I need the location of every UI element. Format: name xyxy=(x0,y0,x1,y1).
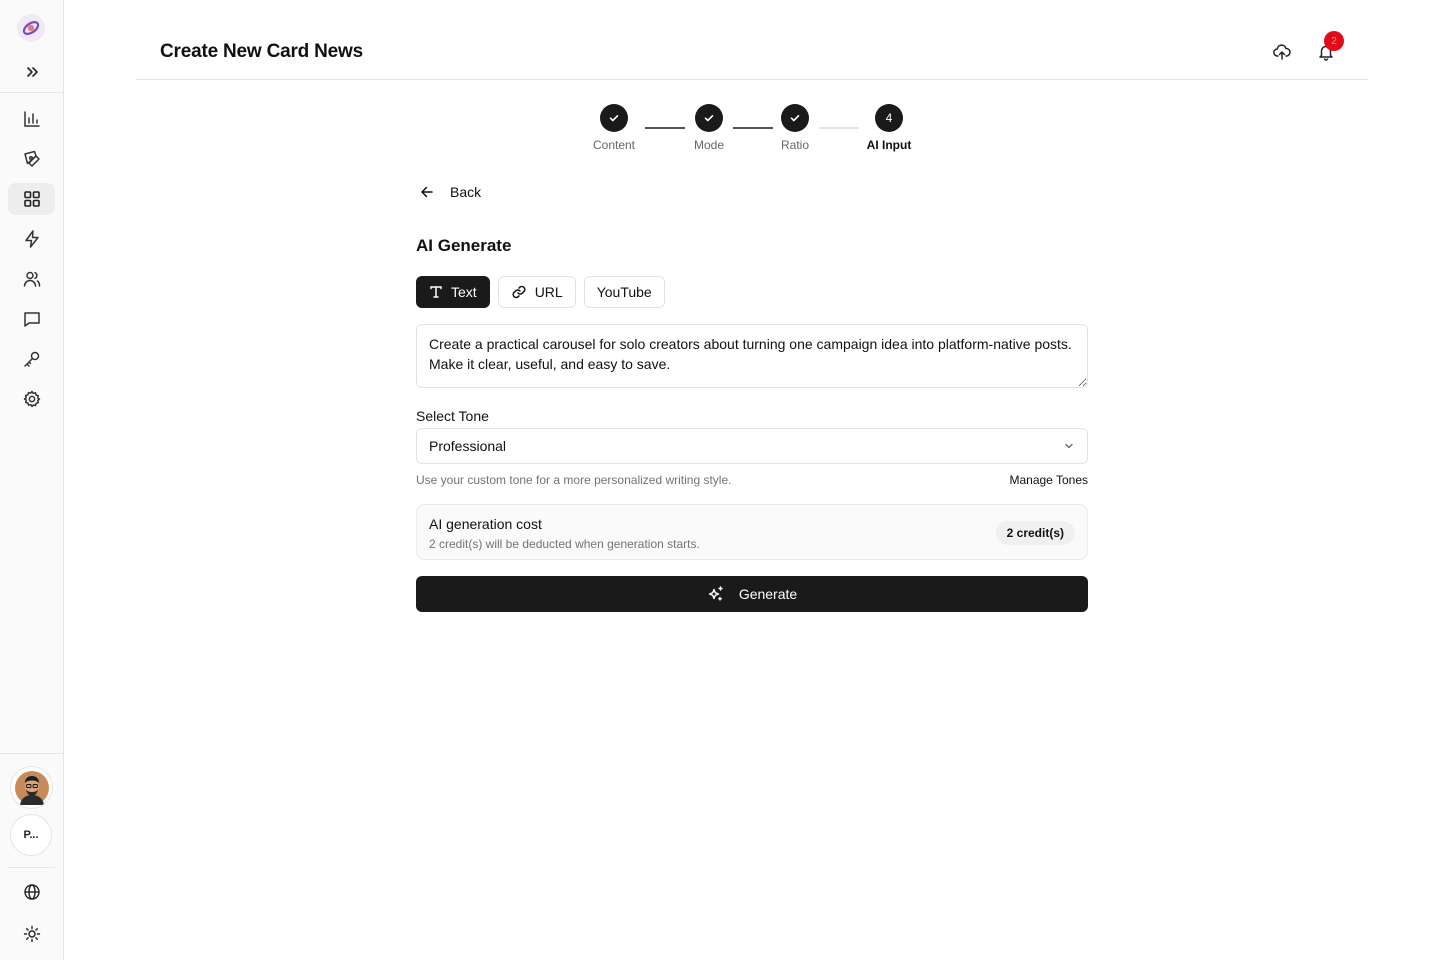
tone-value: Professional xyxy=(429,438,507,454)
step-circle xyxy=(695,104,723,132)
user-avatar-image xyxy=(14,770,49,805)
step-circle: 4 xyxy=(875,104,903,132)
page-header: Create New Card News 2 xyxy=(136,24,1368,80)
step-circle xyxy=(781,104,809,132)
arrow-left-icon xyxy=(421,186,433,198)
check-icon xyxy=(609,115,619,122)
step-label: Mode xyxy=(693,138,725,152)
cost-description: 2 credit(s) will be deducted when genera… xyxy=(429,537,700,551)
sun-icon xyxy=(23,925,41,943)
sidebar-item-team[interactable] xyxy=(8,263,55,295)
workspace-switcher[interactable]: P... xyxy=(10,814,52,856)
gear-icon xyxy=(23,390,40,408)
expand-sidebar-button[interactable] xyxy=(20,60,44,84)
section-title: AI Generate xyxy=(416,236,512,255)
sidebar-item-settings[interactable] xyxy=(8,383,55,415)
chevron-down-icon xyxy=(1065,443,1073,449)
text-icon xyxy=(430,286,442,298)
workspace-label: P... xyxy=(23,829,39,841)
tab-youtube[interactable]: YouTube xyxy=(583,276,665,308)
tab-text[interactable]: Text xyxy=(416,276,490,308)
sidebar-item-card-news[interactable] xyxy=(8,183,55,215)
key-icon xyxy=(23,351,39,367)
upload-button[interactable] xyxy=(1270,40,1294,64)
link-icon xyxy=(512,285,526,299)
step-label: Content xyxy=(592,138,636,152)
theme-toggle-button[interactable] xyxy=(20,922,44,946)
tab-label: URL xyxy=(534,284,563,300)
users-icon xyxy=(23,271,40,287)
generate-button[interactable]: Generate xyxy=(416,576,1088,612)
sidebar-divider xyxy=(8,867,55,868)
back-button[interactable]: Back xyxy=(420,178,481,206)
chevrons-right-icon xyxy=(27,67,38,77)
check-icon xyxy=(790,115,800,122)
page-title: Create New Card News xyxy=(160,41,363,62)
sparkles-icon xyxy=(708,586,723,601)
tone-hint: Use your custom tone for a more personal… xyxy=(416,473,732,487)
lightning-icon xyxy=(24,230,39,248)
prompt-input[interactable]: Create a practical carousel for solo cre… xyxy=(416,324,1088,388)
cost-card: AI generation cost 2 credit(s) will be d… xyxy=(416,504,1088,560)
credit-badge: 2 credit(s) xyxy=(995,521,1075,545)
logo-icon xyxy=(22,21,40,35)
step-label: Ratio xyxy=(780,138,809,152)
language-button[interactable] xyxy=(20,880,44,904)
generate-label: Generate xyxy=(738,586,798,602)
sidebar-divider xyxy=(0,92,63,93)
sidebar-item-messages[interactable] xyxy=(8,303,55,335)
tone-label: Select Tone xyxy=(416,408,489,424)
tab-label: YouTube xyxy=(596,284,652,300)
step-content[interactable]: Content xyxy=(574,104,654,152)
progress-stepper: Content Mode Ratio 4 AI Input xyxy=(0,104,1440,156)
grid-icon xyxy=(23,191,40,207)
cloud-upload-icon xyxy=(1273,44,1291,60)
step-label: AI Input xyxy=(866,138,912,152)
avatar[interactable] xyxy=(10,766,53,809)
notification-badge: 2 xyxy=(1324,31,1344,51)
tab-label: Text xyxy=(451,284,477,300)
cost-title: AI generation cost xyxy=(429,516,542,532)
tab-url[interactable]: URL xyxy=(497,276,576,308)
message-icon xyxy=(23,312,40,327)
step-circle xyxy=(600,104,628,132)
step-ai-input[interactable]: 4 AI Input xyxy=(849,104,929,152)
sidebar-item-automation[interactable] xyxy=(8,223,55,255)
sidebar-divider xyxy=(0,753,63,754)
back-label: Back xyxy=(450,184,482,200)
globe-icon xyxy=(24,884,40,900)
source-tabs: Text URL YouTube xyxy=(416,276,665,308)
tone-select[interactable]: Professional xyxy=(416,428,1088,464)
app-logo[interactable] xyxy=(17,14,45,42)
sidebar-item-api-keys[interactable] xyxy=(8,343,55,375)
check-icon xyxy=(704,115,714,122)
manage-tones-link[interactable]: Manage Tones xyxy=(1009,473,1088,487)
